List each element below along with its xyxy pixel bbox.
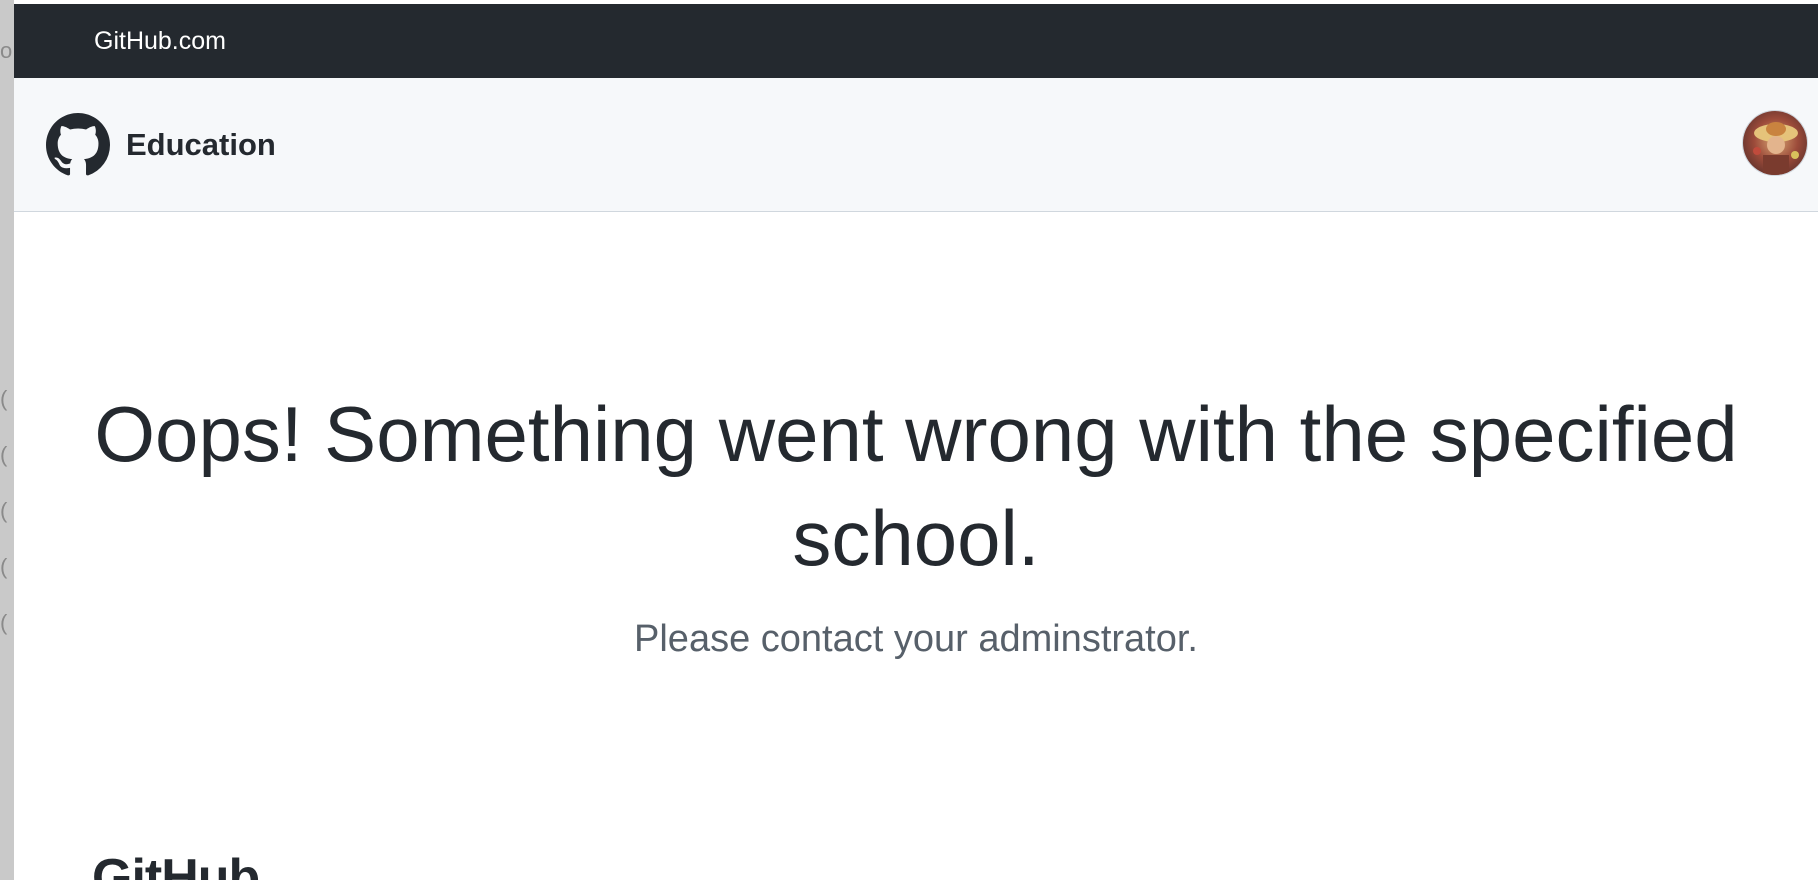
avatar-image [1743,111,1807,175]
footer-github-wordmark: GitHub [92,849,260,880]
background-glyph: ( [0,554,8,579]
background-glyph: o [0,38,13,63]
background-glyph: ( [0,498,8,523]
github-com-link[interactable]: GitHub.com [94,27,226,56]
global-top-bar: GitHub.com [14,4,1818,78]
background-glyph: ( [0,610,8,635]
browser-viewport: o ( ( ( ( ( GitHub.com Education Oops! S… [0,0,1818,880]
background-glyph: ( [0,386,8,411]
error-headline: Oops! Something went wrong with the spec… [94,390,1738,582]
education-home-link[interactable]: Education [46,112,276,177]
error-subtext: Please contact your adminstrator. [634,618,1198,660]
page-content: GitHub.com Education Oops! Something wen… [14,0,1818,880]
github-octocat-icon [46,112,110,175]
user-avatar[interactable] [1742,110,1808,176]
education-header: Education [14,78,1818,212]
background-window-edge: o ( ( ( ( ( [0,0,14,880]
error-message-section: Oops! Something went wrong with the spec… [14,212,1818,661]
education-brand-name: Education [126,126,276,162]
background-glyph: ( [0,442,8,467]
